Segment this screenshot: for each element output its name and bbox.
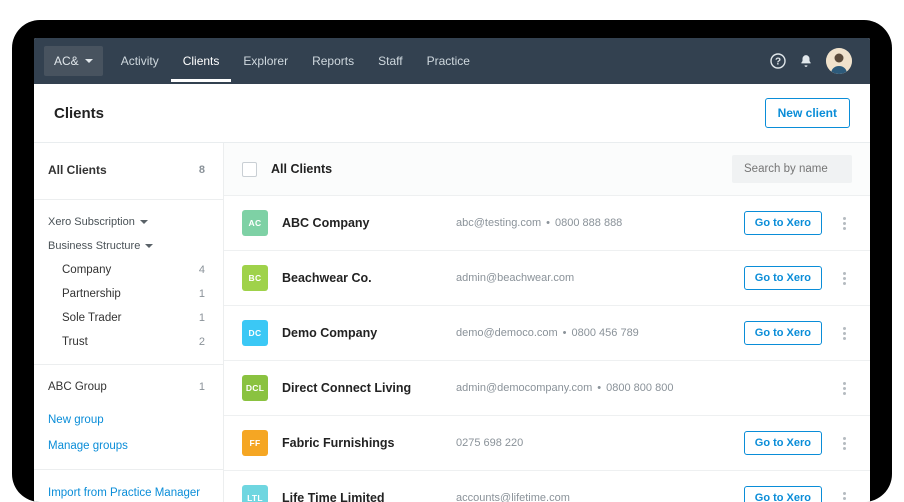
- manage-groups-link[interactable]: Manage groups: [34, 433, 223, 459]
- sidebar-all-clients[interactable]: All Clients 8: [34, 157, 223, 189]
- list-header: All Clients: [224, 143, 870, 195]
- svg-text:?: ?: [775, 57, 781, 68]
- caret-down-icon: [145, 244, 153, 252]
- go-to-xero-button[interactable]: Go to Xero: [744, 431, 822, 455]
- client-badge: AC: [242, 210, 268, 236]
- structure-item[interactable]: Company4: [34, 258, 223, 282]
- client-badge: DCL: [242, 375, 268, 401]
- client-name: Beachwear Co.: [282, 271, 442, 285]
- client-contact: 0275 698 220: [456, 437, 730, 449]
- client-list: AC ABC Company abc@testing.com•0800 888 88…: [224, 195, 870, 502]
- more-menu-icon[interactable]: [836, 217, 852, 230]
- page-title: Clients: [54, 105, 104, 122]
- search-input[interactable]: [732, 155, 852, 183]
- nav-explorer[interactable]: Explorer: [231, 40, 300, 82]
- client-row[interactable]: LTL Life Time Limited accounts@lifetime.co…: [224, 470, 870, 502]
- go-to-xero-button[interactable]: Go to Xero: [744, 266, 822, 290]
- client-row[interactable]: FF Fabric Furnishings 0275 698 220 Go to Xe…: [224, 415, 870, 470]
- client-contact: accounts@lifetime.com: [456, 492, 730, 502]
- structure-item[interactable]: Sole Trader1: [34, 306, 223, 330]
- caret-down-icon: [140, 220, 148, 228]
- go-to-xero-button[interactable]: Go to Xero: [744, 321, 822, 345]
- new-client-button[interactable]: New client: [765, 98, 850, 128]
- bell-icon[interactable]: [792, 47, 820, 75]
- client-contact: demo@democo.com•0800 456 789: [456, 327, 730, 339]
- page-header: Clients New client: [34, 84, 870, 143]
- nav-practice[interactable]: Practice: [415, 40, 482, 82]
- client-row[interactable]: DCL Direct Connect Living admin@democompan…: [224, 360, 870, 415]
- help-icon[interactable]: ?: [764, 47, 792, 75]
- sidebar: All Clients 8 Xero Subscription Business…: [34, 143, 224, 502]
- client-contact: abc@testing.com•0800 888 888: [456, 217, 730, 229]
- more-menu-icon[interactable]: [836, 492, 852, 502]
- list-title: All Clients: [271, 162, 718, 176]
- sidebar-all-clients-label: All Clients: [48, 163, 107, 177]
- more-menu-icon[interactable]: [836, 382, 852, 395]
- client-badge: DC: [242, 320, 268, 346]
- client-badge: LTL: [242, 485, 268, 502]
- nav-clients[interactable]: Clients: [171, 40, 232, 82]
- client-row[interactable]: AC ABC Company abc@testing.com•0800 888 88…: [224, 195, 870, 250]
- client-contact: admin@beachwear.com: [456, 272, 730, 284]
- sidebar-group-abc[interactable]: ABC Group 1: [34, 375, 223, 399]
- go-to-xero-button[interactable]: Go to Xero: [744, 486, 822, 502]
- client-name: Fabric Furnishings: [282, 436, 442, 450]
- structure-item[interactable]: Trust2: [34, 330, 223, 354]
- filter-xero-subscription[interactable]: Xero Subscription: [34, 210, 223, 234]
- client-contact: admin@democompany.com•0800 800 800: [456, 382, 822, 394]
- nav-activity[interactable]: Activity: [109, 40, 171, 82]
- import-link[interactable]: Import from Practice Manager: [34, 480, 223, 502]
- client-name: Life Time Limited: [282, 491, 442, 502]
- go-to-xero-button[interactable]: Go to Xero: [744, 211, 822, 235]
- org-switcher[interactable]: AC&: [44, 46, 103, 76]
- chevron-down-icon: [85, 59, 93, 67]
- top-nav: AC& ActivityClientsExplorerReportsStaffP…: [34, 38, 870, 84]
- structure-item[interactable]: Partnership1: [34, 282, 223, 306]
- main-content: All Clients AC ABC Company abc@testing.com…: [224, 143, 870, 502]
- filter-business-structure[interactable]: Business Structure: [34, 234, 223, 258]
- client-name: Direct Connect Living: [282, 381, 442, 395]
- client-name: Demo Company: [282, 326, 442, 340]
- more-menu-icon[interactable]: [836, 272, 852, 285]
- client-badge: BC: [242, 265, 268, 291]
- client-row[interactable]: BC Beachwear Co. admin@beachwear.com Go to …: [224, 250, 870, 305]
- org-name: AC&: [54, 54, 79, 68]
- select-all-checkbox[interactable]: [242, 162, 257, 177]
- client-badge: FF: [242, 430, 268, 456]
- more-menu-icon[interactable]: [836, 327, 852, 340]
- more-menu-icon[interactable]: [836, 437, 852, 450]
- nav-reports[interactable]: Reports: [300, 40, 366, 82]
- sidebar-all-clients-count: 8: [199, 164, 205, 176]
- client-name: ABC Company: [282, 216, 442, 230]
- client-row[interactable]: DC Demo Company demo@democo.com•0800 456 7…: [224, 305, 870, 360]
- user-avatar[interactable]: [826, 48, 852, 74]
- nav-staff[interactable]: Staff: [366, 40, 414, 82]
- new-group-link[interactable]: New group: [34, 407, 223, 433]
